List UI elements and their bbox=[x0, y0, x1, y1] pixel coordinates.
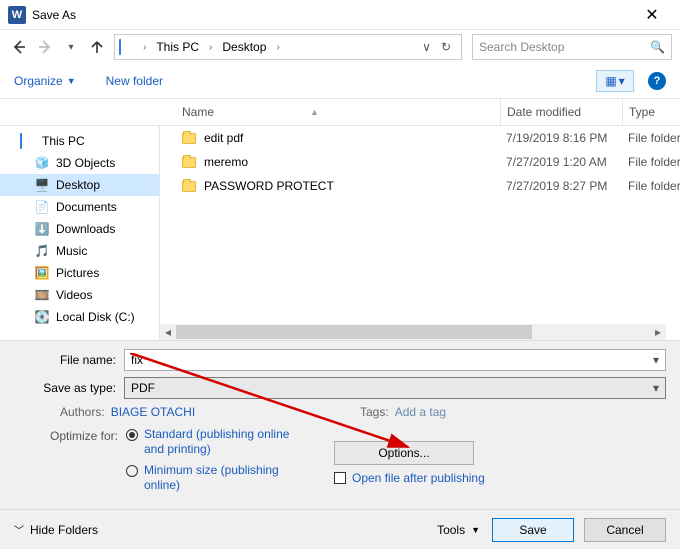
organize-label: Organize bbox=[14, 74, 63, 88]
navigation-tree: This PC 🧊3D Objects 🖥️Desktop 📄Documents… bbox=[0, 126, 160, 340]
organize-menu[interactable]: Organize ▼ bbox=[14, 74, 76, 88]
column-header-name[interactable]: Name ▲ bbox=[160, 105, 500, 119]
authors-value[interactable]: BIAGE OTACHI bbox=[111, 405, 195, 419]
file-list: edit pdf 7/19/2019 8:16 PM File folder m… bbox=[160, 126, 680, 340]
chevron-right-icon: › bbox=[209, 42, 212, 53]
save-type-combobox[interactable]: PDF▾ bbox=[124, 377, 666, 399]
scrollbar-thumb[interactable] bbox=[176, 325, 532, 339]
horizontal-scrollbar[interactable]: ◂ ▸ bbox=[160, 324, 666, 340]
chevron-down-icon: ▾ bbox=[653, 381, 659, 395]
scroll-right-icon[interactable]: ▸ bbox=[650, 324, 666, 340]
optimize-minimum-radio[interactable]: Minimum size (publishing online) bbox=[126, 463, 306, 493]
help-button[interactable]: ? bbox=[648, 72, 666, 90]
documents-icon: 📄 bbox=[34, 200, 50, 214]
music-icon: 🎵 bbox=[34, 244, 50, 258]
tree-node-music[interactable]: 🎵Music bbox=[0, 240, 159, 262]
close-button[interactable]: ✕ bbox=[632, 5, 672, 25]
downloads-icon: ⬇️ bbox=[34, 222, 50, 236]
tree-node-desktop[interactable]: 🖥️Desktop bbox=[0, 174, 159, 196]
breadcrumb[interactable]: This PC bbox=[152, 38, 203, 56]
refresh-button[interactable]: ↻ bbox=[435, 40, 457, 54]
table-row[interactable]: meremo 7/27/2019 1:20 AM File folder bbox=[160, 150, 680, 174]
open-after-publishing-checkbox[interactable]: Open file after publishing bbox=[334, 471, 666, 485]
view-options-button[interactable]: ▦▾ bbox=[596, 70, 634, 92]
folder-icon bbox=[182, 157, 196, 168]
nav-up-button[interactable] bbox=[86, 36, 108, 58]
search-placeholder: Search Desktop bbox=[479, 40, 564, 54]
pc-icon bbox=[119, 40, 137, 54]
optimize-label: Optimize for: bbox=[46, 427, 126, 499]
authors-label: Authors: bbox=[60, 405, 105, 419]
folder-icon bbox=[182, 181, 196, 192]
tree-node-documents[interactable]: 📄Documents bbox=[0, 196, 159, 218]
chevron-right-icon: › bbox=[276, 42, 279, 53]
tree-node-3d-objects[interactable]: 🧊3D Objects bbox=[0, 152, 159, 174]
videos-icon: 🎞️ bbox=[34, 288, 50, 302]
hide-folders-button[interactable]: ﹀ Hide Folders bbox=[14, 522, 98, 537]
chevron-down-icon: ▼ bbox=[67, 76, 76, 86]
radio-icon bbox=[126, 429, 138, 441]
column-header-type[interactable]: Type bbox=[622, 99, 680, 125]
scroll-left-icon[interactable]: ◂ bbox=[160, 324, 176, 340]
word-app-icon: W bbox=[8, 6, 26, 24]
options-button[interactable]: Options... bbox=[334, 441, 474, 465]
chevron-right-icon: › bbox=[143, 42, 146, 53]
tree-node-local-disk[interactable]: 💽Local Disk (C:) bbox=[0, 306, 159, 328]
tools-menu[interactable]: Tools ▼ bbox=[437, 523, 480, 537]
checkbox-icon bbox=[334, 472, 346, 484]
sort-asc-icon: ▲ bbox=[310, 107, 319, 117]
chevron-up-icon: ﹀ bbox=[14, 522, 24, 537]
nav-recent-dropdown[interactable]: ▾ bbox=[60, 36, 82, 58]
tags-label: Tags: bbox=[360, 405, 389, 419]
breadcrumb[interactable]: Desktop bbox=[218, 38, 270, 56]
file-name-label: File name: bbox=[14, 353, 124, 367]
cancel-button[interactable]: Cancel bbox=[584, 518, 666, 542]
search-input[interactable]: Search Desktop 🔍 bbox=[472, 34, 672, 60]
table-row[interactable]: edit pdf 7/19/2019 8:16 PM File folder bbox=[160, 126, 680, 150]
chevron-down-icon[interactable]: ▾ bbox=[653, 353, 659, 367]
chevron-down-icon: ▾ bbox=[619, 74, 625, 88]
address-dropdown-icon[interactable]: ∨ bbox=[422, 40, 431, 54]
column-header-date[interactable]: Date modified bbox=[500, 99, 622, 125]
tags-input[interactable]: Add a tag bbox=[395, 405, 446, 419]
view-icon: ▦ bbox=[605, 74, 616, 88]
tree-node-downloads[interactable]: ⬇️Downloads bbox=[0, 218, 159, 240]
nav-forward-button[interactable] bbox=[34, 36, 56, 58]
nav-back-button[interactable] bbox=[8, 36, 30, 58]
chevron-down-icon: ▼ bbox=[471, 525, 480, 535]
optimize-standard-radio[interactable]: Standard (publishing online and printing… bbox=[126, 427, 306, 457]
tree-node-videos[interactable]: 🎞️Videos bbox=[0, 284, 159, 306]
pc-icon bbox=[20, 134, 36, 148]
tree-node-this-pc[interactable]: This PC bbox=[0, 130, 159, 152]
pictures-icon: 🖼️ bbox=[34, 266, 50, 280]
desktop-icon: 🖥️ bbox=[34, 178, 50, 192]
search-icon: 🔍 bbox=[650, 40, 665, 54]
table-row[interactable]: PASSWORD PROTECT 7/27/2019 8:27 PM File … bbox=[160, 174, 680, 198]
tree-node-pictures[interactable]: 🖼️Pictures bbox=[0, 262, 159, 284]
radio-icon bbox=[126, 465, 138, 477]
window-title: Save As bbox=[32, 8, 632, 22]
save-type-label: Save as type: bbox=[14, 381, 124, 395]
objects-icon: 🧊 bbox=[34, 156, 50, 170]
save-button[interactable]: Save bbox=[492, 518, 574, 542]
file-name-input[interactable]: fix▾ bbox=[124, 349, 666, 371]
new-folder-button[interactable]: New folder bbox=[106, 74, 163, 88]
address-bar[interactable]: › This PC › Desktop › ∨ ↻ bbox=[114, 34, 462, 60]
folder-icon bbox=[182, 133, 196, 144]
disk-icon: 💽 bbox=[34, 310, 50, 324]
